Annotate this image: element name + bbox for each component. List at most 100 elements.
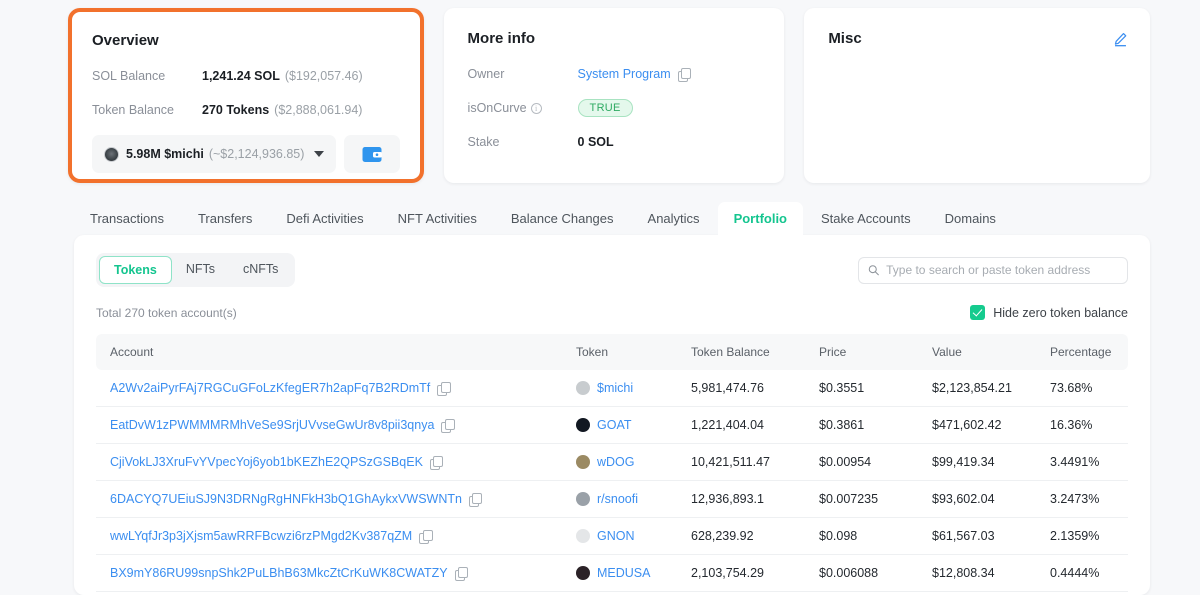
- column-header-value: Value: [922, 334, 1040, 370]
- tab-portfolio[interactable]: Portfolio: [717, 202, 803, 235]
- table-row: A2Wv2aiPyrFAj7RGCuGFoLzKfegER7h2apFq7B2R…: [96, 370, 1128, 407]
- token-icon: [576, 418, 590, 432]
- isoncurve-label: isOnCurve i: [468, 101, 578, 115]
- copy-icon[interactable]: [468, 492, 483, 507]
- cell-percentage: 0.4444%: [1040, 554, 1128, 592]
- search-icon: [868, 265, 879, 276]
- tab-analytics[interactable]: Analytics: [632, 202, 716, 235]
- copy-icon[interactable]: [419, 529, 433, 544]
- copy-icon[interactable]: [437, 381, 451, 396]
- sol-balance-usd: ($192,057.46): [284, 69, 363, 83]
- wallet-button[interactable]: [343, 135, 400, 173]
- isoncurve-value-group: TRUE: [577, 99, 633, 117]
- sol-balance-label: SOL Balance: [92, 69, 166, 83]
- cell-token: wDOG: [566, 443, 681, 481]
- portfolio-panel: Tokens NFTs cNFTs Total 270 token accoun…: [74, 235, 1150, 595]
- account-link[interactable]: 6DACYQ7UEiuSJ9N3DRNgRgHNFkH3bQ1GhAykxVWS…: [110, 492, 462, 506]
- tab-transfers[interactable]: Transfers: [182, 202, 268, 235]
- edit-button[interactable]: [1113, 32, 1128, 47]
- cell-percentage: 73.68%: [1040, 370, 1128, 407]
- table-header: Account Token Token Balance Price Value …: [96, 334, 1128, 370]
- cell-account: CjiVokLJ3XruFvYVpecYoj6yob1bKEZhE2QPSzGS…: [96, 443, 566, 481]
- copy-icon[interactable]: [677, 67, 692, 82]
- token-link[interactable]: GNON: [597, 529, 635, 543]
- table-row: CjiVokLJ3XruFvYVpecYoj6yob1bKEZhE2QPSzGS…: [96, 443, 1128, 481]
- segment-tokens[interactable]: Tokens: [99, 256, 172, 284]
- cell-token: $michi: [566, 370, 681, 407]
- account-link[interactable]: BX9mY86RU99snpShk2PuLBhB63MkcZtCrKuWK8CW…: [110, 566, 448, 580]
- segment-cnfts[interactable]: cNFTs: [229, 256, 292, 284]
- cell-percentage: 3.2473%: [1040, 480, 1128, 518]
- cell-token: GNON: [566, 517, 681, 555]
- column-header-percentage: Percentage: [1040, 334, 1128, 370]
- summary-cards-row: Overview SOL Balance 1,241.24 SOL ($192,…: [0, 0, 1200, 183]
- token-selector-row: 5.98M $michi (~$2,124,936.85): [92, 135, 400, 173]
- portfolio-table: Account Token Token Balance Price Value …: [96, 334, 1128, 592]
- table-row: 6DACYQ7UEiuSJ9N3DRNgRgHNFkH3bQ1GhAykxVWS…: [96, 480, 1128, 518]
- token-link[interactable]: GOAT: [597, 418, 632, 432]
- main-tabs: Transactions Transfers Defi Activities N…: [0, 183, 1200, 235]
- cell-price: $0.098: [809, 517, 922, 555]
- cell-price: $0.3551: [809, 370, 922, 407]
- chevron-down-icon: [313, 151, 324, 157]
- portfolio-subbar: Total 270 token account(s) Hide zero tok…: [96, 305, 1128, 320]
- copy-icon[interactable]: [441, 418, 455, 433]
- cell-account: A2Wv2aiPyrFAj7RGCuGFoLzKfegER7h2apFq7B2R…: [96, 370, 566, 407]
- cell-value: $99,419.34: [922, 443, 1040, 481]
- tab-defi-activities[interactable]: Defi Activities: [270, 202, 379, 235]
- isoncurve-label-text: isOnCurve: [467, 101, 527, 115]
- tab-balance-changes[interactable]: Balance Changes: [495, 202, 630, 235]
- token-icon: [576, 492, 590, 506]
- cell-value: $12,808.34: [922, 554, 1040, 592]
- cell-token-balance: 5,981,474.76: [681, 370, 809, 407]
- copy-icon[interactable]: [454, 566, 469, 581]
- hide-zero-label: Hide zero token balance: [993, 305, 1128, 320]
- account-link[interactable]: wwLYqfJr3p3jXjsm5awRRFBcwzi6rzPMgd2Kv387…: [110, 529, 412, 543]
- token-dropdown-amount: 5.98M $michi: [126, 147, 204, 161]
- account-link[interactable]: EatDvW1zPWMMMRMhVeSe9SrjUVvseGwUr8v8pii3…: [110, 418, 434, 432]
- total-accounts-text: Total 270 token account(s): [96, 305, 237, 320]
- owner-link[interactable]: System Program: [578, 67, 671, 81]
- more-info-title: More info: [467, 30, 536, 47]
- tab-nft-activities[interactable]: NFT Activities: [382, 202, 493, 235]
- token-dropdown[interactable]: 5.98M $michi (~$2,124,936.85): [92, 135, 336, 173]
- account-link[interactable]: CjiVokLJ3XruFvYVpecYoj6yob1bKEZhE2QPSzGS…: [110, 455, 423, 469]
- table-header-row: Account Token Token Balance Price Value …: [96, 334, 1128, 370]
- owner-row: Owner System Program: [468, 65, 761, 83]
- status-badge: TRUE: [577, 99, 633, 117]
- cell-value: $93,602.04: [922, 480, 1040, 518]
- tab-transactions[interactable]: Transactions: [74, 202, 180, 235]
- tab-stake-accounts[interactable]: Stake Accounts: [805, 202, 927, 235]
- token-balance-value: 270 Tokens: [202, 103, 270, 117]
- portfolio-toolbar: Tokens NFTs cNFTs: [96, 253, 1128, 287]
- stake-value: 0 SOL: [577, 135, 614, 149]
- token-link[interactable]: MEDUSA: [597, 566, 650, 580]
- search-box[interactable]: [858, 256, 1128, 284]
- cell-account: EatDvW1zPWMMMRMhVeSe9SrjUVvseGwUr8v8pii3…: [96, 406, 566, 444]
- search-input[interactable]: [886, 263, 1118, 277]
- cell-account: BX9mY86RU99snpShk2PuLBhB63MkcZtCrKuWK8CW…: [96, 554, 566, 592]
- cell-token: MEDUSA: [566, 554, 681, 592]
- copy-icon[interactable]: [429, 455, 444, 470]
- tab-domains[interactable]: Domains: [929, 202, 1012, 235]
- token-link[interactable]: wDOG: [597, 455, 635, 469]
- misc-card: Misc: [804, 8, 1150, 183]
- hide-zero-balance-toggle[interactable]: Hide zero token balance: [970, 305, 1128, 320]
- token-balance-row: Token Balance 270 Tokens ($2,888,061.94): [92, 101, 400, 119]
- info-icon[interactable]: i: [530, 102, 542, 114]
- token-link[interactable]: r/snoofi: [597, 492, 638, 506]
- isoncurve-row: isOnCurve i TRUE: [468, 99, 761, 117]
- hide-zero-checkbox[interactable]: [970, 305, 986, 320]
- segment-nfts[interactable]: NFTs: [172, 256, 229, 284]
- owner-label: Owner: [467, 67, 505, 81]
- misc-title: Misc: [828, 30, 862, 47]
- column-header-account: Account: [96, 334, 566, 370]
- account-link[interactable]: A2Wv2aiPyrFAj7RGCuGFoLzKfegER7h2apFq7B2R…: [110, 381, 430, 395]
- table-row: BX9mY86RU99snpShk2PuLBhB63MkcZtCrKuWK8CW…: [96, 554, 1128, 592]
- token-icon: [576, 455, 590, 469]
- token-dropdown-usd: (~$2,124,936.85): [208, 147, 305, 161]
- token-link[interactable]: $michi: [597, 381, 633, 395]
- overview-card: Overview SOL Balance 1,241.24 SOL ($192,…: [68, 8, 424, 183]
- cell-price: $0.3861: [809, 406, 922, 444]
- cell-token-balance: 12,936,893.1: [681, 480, 809, 518]
